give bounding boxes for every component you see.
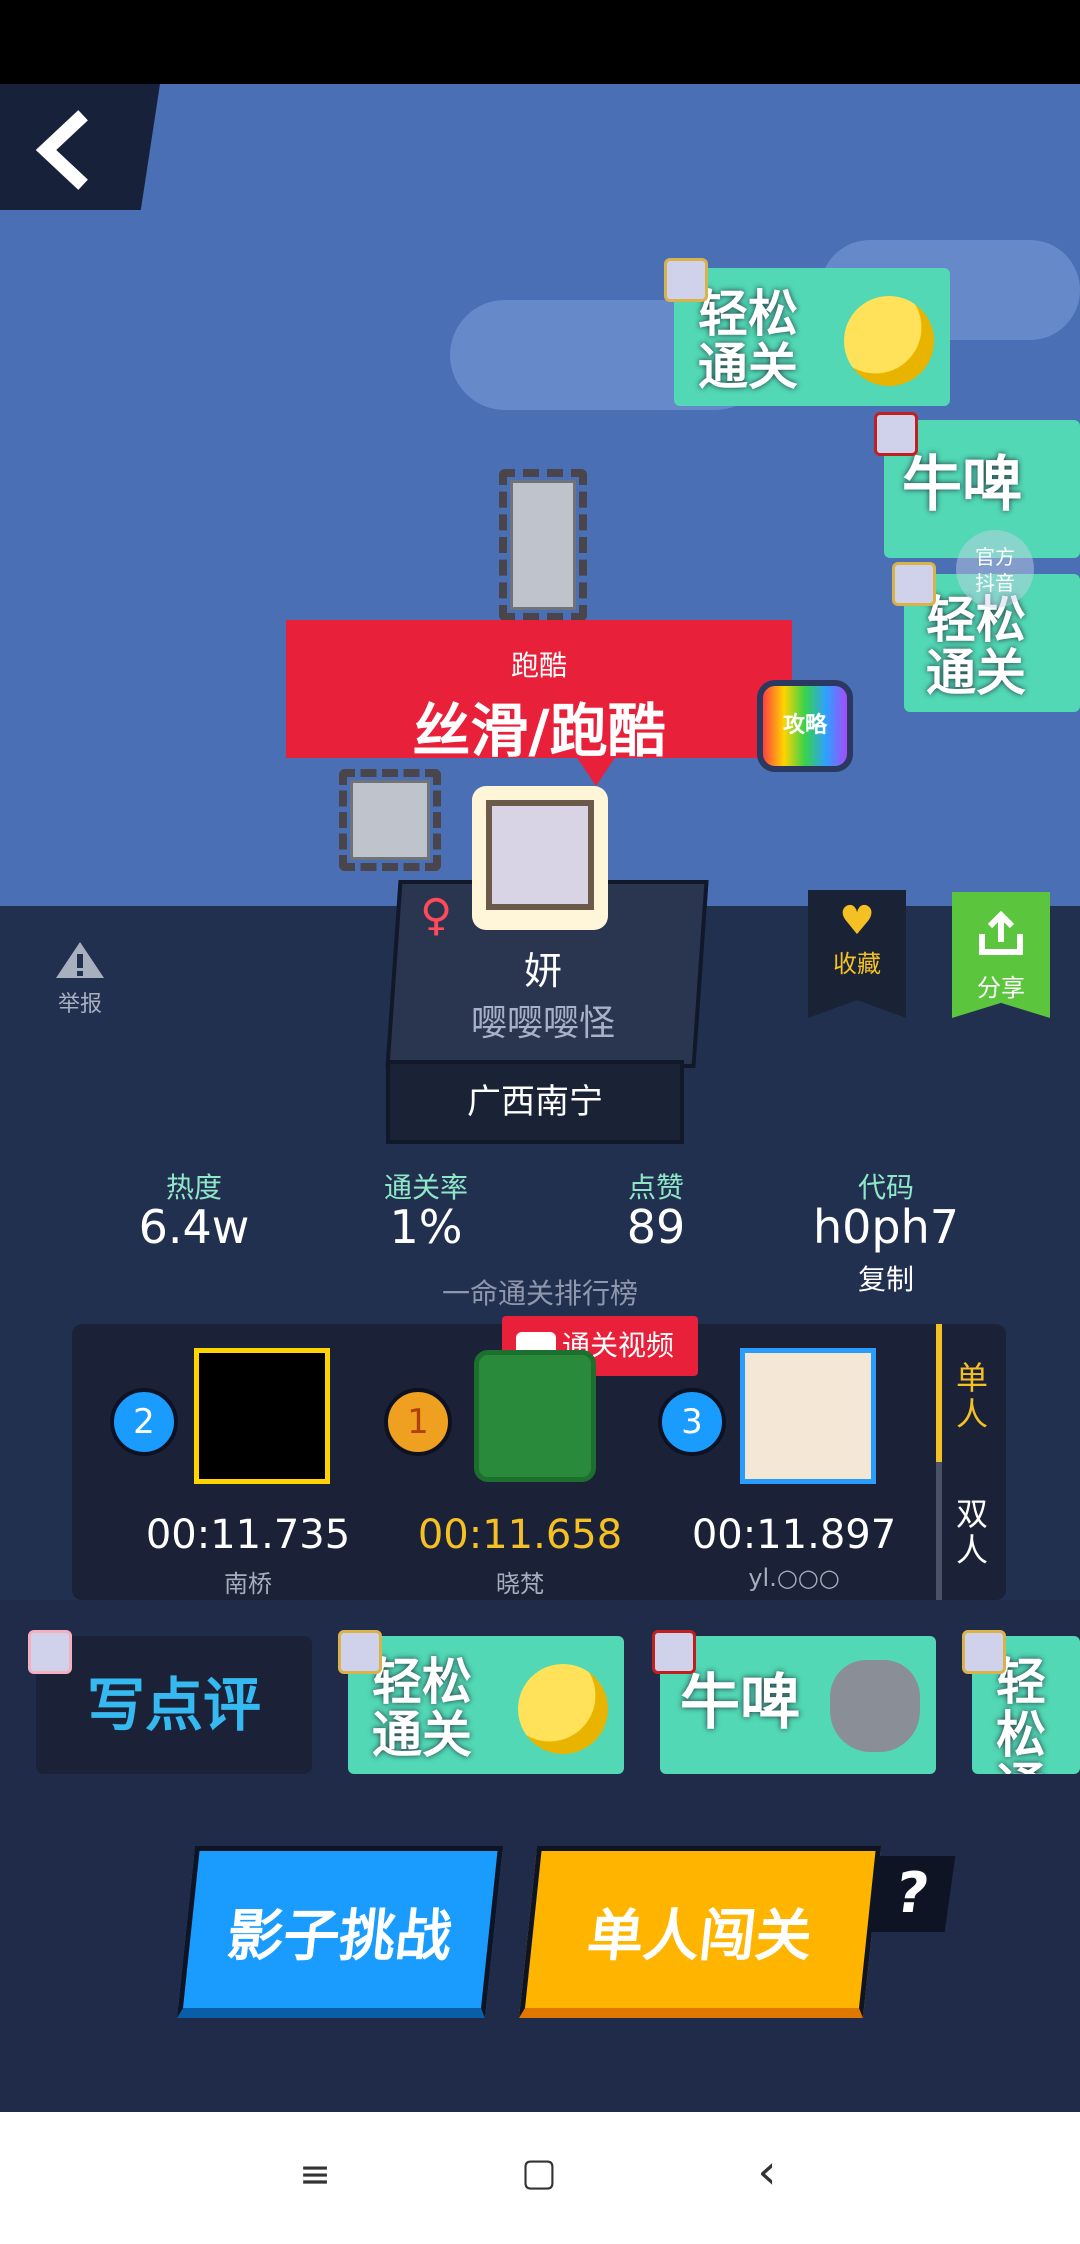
spike-block — [499, 469, 587, 621]
player-avatar[interactable] — [474, 1350, 596, 1482]
avatar — [892, 562, 936, 606]
spike-block — [339, 769, 441, 871]
avatar — [664, 258, 708, 302]
avatar — [962, 1630, 1006, 1674]
author-location: 广西南宁 — [467, 1082, 603, 1122]
single-play-button[interactable]: 单人闯关 — [518, 1846, 882, 2018]
author-subtitle: 嘤嘤嘤怪 — [470, 1003, 615, 1044]
reaction-button[interactable]: 牛啤 — [660, 1636, 936, 1774]
tab-indicator — [936, 1324, 942, 1462]
back-button[interactable] — [0, 84, 160, 210]
warning-icon — [56, 942, 104, 978]
report-button[interactable]: 举报 — [50, 938, 110, 1017]
level-category: 跑酷 — [510, 649, 567, 682]
level-title-banner: 跑酷 丝滑/跑酷 — [286, 620, 792, 786]
level-code: h0ph7 — [812, 1200, 960, 1254]
write-review-button[interactable]: 写点评 — [36, 1636, 312, 1774]
avatar — [874, 412, 918, 456]
avatar — [28, 1630, 72, 1674]
bull-icon — [830, 1660, 920, 1752]
reaction-button[interactable]: 轻松通关 — [348, 1636, 624, 1774]
favorite-label: 收藏 — [833, 950, 881, 978]
rank-player-name: 南桥 — [224, 1570, 272, 1598]
rank-badge: 1 — [384, 1388, 452, 1456]
rank-badge: 2 — [110, 1388, 178, 1456]
home-icon[interactable]: ▢ — [514, 2150, 564, 2194]
author-avatar[interactable] — [472, 786, 608, 930]
author-name: 妍 — [523, 949, 562, 993]
stat-value: 1% — [389, 1200, 463, 1254]
gender-icon: ♀ — [420, 890, 453, 941]
share-icon — [979, 910, 1023, 955]
heart-icon: ♥ — [839, 898, 875, 944]
status-bar — [0, 0, 1080, 84]
tab-divider — [936, 1462, 942, 1600]
share-button[interactable]: 分享 — [952, 892, 1050, 1018]
player-avatar[interactable] — [740, 1348, 876, 1484]
leaderboard-title: 一命通关排行榜 — [441, 1277, 638, 1310]
menu-icon[interactable]: ≡ — [290, 2152, 340, 2196]
stat-value: 6.4w — [138, 1200, 250, 1254]
report-label: 举报 — [57, 992, 102, 1017]
share-label: 分享 — [977, 974, 1025, 1002]
rank-time: 00:11.897 — [691, 1512, 897, 1558]
tab-double[interactable]: 双人 — [950, 1496, 994, 1568]
shadow-challenge-button[interactable]: 影子挑战 — [176, 1846, 504, 2018]
rank-time: 00:11.735 — [145, 1512, 351, 1558]
banana-icon — [518, 1664, 608, 1754]
rank-time: 00:11.658 — [417, 1512, 623, 1558]
rank-badge: 3 — [658, 1388, 726, 1456]
reaction-sticker: 轻松 通关 — [674, 268, 950, 406]
avatar — [338, 1630, 382, 1674]
level-title: 丝滑/跑酷 — [412, 697, 666, 765]
douyin-watermark: 官方 抖音 — [956, 530, 1034, 608]
back-arrow-icon — [35, 110, 88, 190]
help-button[interactable]: ? — [868, 1856, 956, 1932]
rank-player-name: yl.○○○ — [748, 1564, 840, 1592]
tab-single[interactable]: 单人 — [950, 1360, 994, 1432]
favorite-button[interactable]: ♥ 收藏 — [808, 890, 906, 1018]
player-avatar[interactable] — [194, 1348, 330, 1484]
rank-player-name: 晓梵 — [496, 1570, 544, 1598]
stat-value: 89 — [626, 1200, 686, 1254]
back-icon[interactable]: ‹ — [742, 2144, 792, 2200]
banana-icon — [844, 296, 934, 386]
avatar — [652, 1630, 696, 1674]
copy-button[interactable]: 复制 — [836, 1258, 936, 1298]
guide-tv-button[interactable]: 攻略 — [757, 680, 853, 772]
